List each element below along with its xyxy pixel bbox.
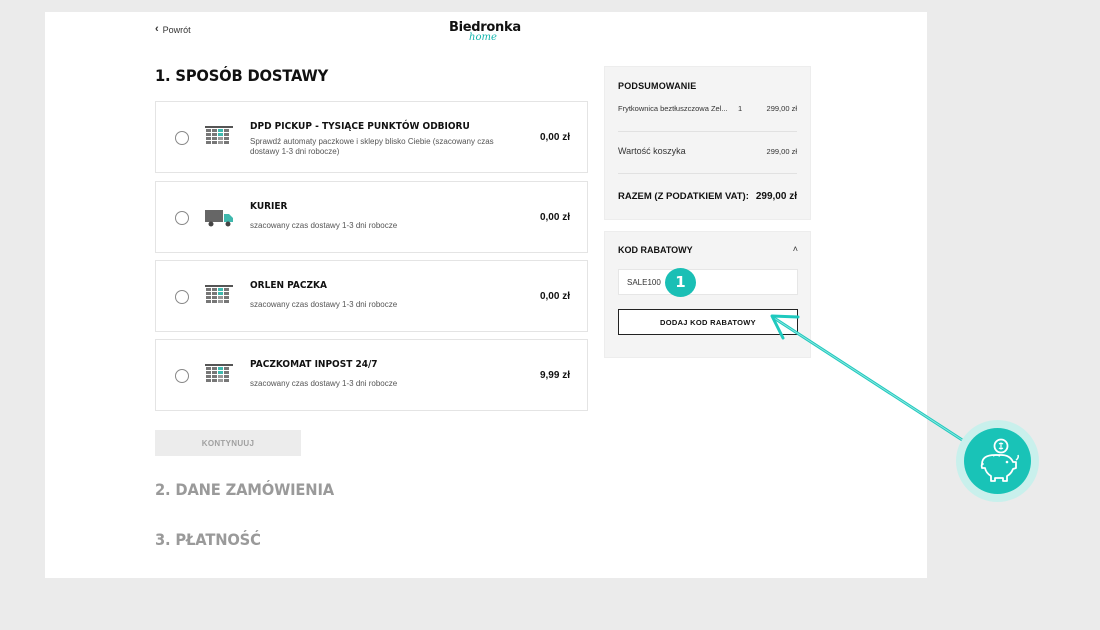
- chevron-left-icon: ‹: [155, 23, 159, 35]
- delivery-option-inpost[interactable]: PACZKOMAT INPOST 24/7 szacowany czas dos…: [155, 339, 588, 411]
- piggy-bank-coin-icon: [980, 438, 1019, 482]
- delivery-option-orlen[interactable]: ORLEN PACZKA szacowany czas dostawy 1-3 …: [155, 260, 588, 332]
- radio-button[interactable]: [175, 211, 189, 225]
- cart-value: 299,00 zł: [766, 146, 797, 156]
- piggy-bank-badge-inner: [964, 428, 1031, 494]
- product-quantity: 1: [738, 104, 743, 113]
- divider: [618, 131, 797, 132]
- product-name: Frytkownica beztłuszczowa Zel...: [618, 104, 728, 113]
- parcel-locker-icon: [205, 285, 233, 303]
- checkout-page: ‹ Powrót Biedronka home 1. SPOSÓB DOSTAW…: [45, 12, 927, 578]
- option-title: DPD PICKUP - TYSIĄCE PUNKTÓW ODBIORU: [250, 121, 470, 132]
- product-price: 299,00 zł: [766, 104, 797, 113]
- radio-button[interactable]: [175, 290, 189, 304]
- option-title: PACZKOMAT INPOST 24/7: [250, 359, 378, 370]
- step-title-delivery: 1. SPOSÓB DOSTAWY: [155, 66, 329, 85]
- coupon-code-input[interactable]: [618, 269, 798, 295]
- total-row: RAZEM (Z PODATKIEM VAT): 299,00 zł: [618, 191, 797, 202]
- step-title-payment: 3. PŁATNOŚĆ: [155, 530, 261, 549]
- delivery-option-dpd[interactable]: DPD PICKUP - TYSIĄCE PUNKTÓW ODBIORU Spr…: [155, 101, 588, 173]
- parcel-locker-icon: [205, 126, 233, 144]
- parcel-locker-icon: [205, 364, 233, 382]
- delivery-option-courier[interactable]: KURIER szacowany czas dostawy 1-3 dni ro…: [155, 181, 588, 253]
- delivery-truck-icon: [205, 210, 233, 227]
- option-description: szacowany czas dostawy 1-3 dni robocze: [250, 221, 398, 230]
- cart-value-label: Wartość koszyka: [618, 146, 686, 156]
- back-label: Powrót: [162, 24, 191, 35]
- order-summary: PODSUMOWANIE Frytkownica beztłuszczowa Z…: [604, 66, 811, 220]
- radio-button[interactable]: [175, 131, 189, 145]
- total-label: RAZEM (Z PODATKIEM VAT):: [618, 191, 749, 202]
- divider: [618, 173, 797, 174]
- option-description: szacowany czas dostawy 1-3 dni robocze: [250, 379, 398, 388]
- option-price: 9,99 zł: [539, 370, 570, 381]
- logo[interactable]: Biedronka home: [449, 18, 521, 46]
- summary-title: PODSUMOWANIE: [618, 81, 697, 91]
- option-title: ORLEN PACZKA: [250, 280, 327, 291]
- option-price: 0,00 zł: [539, 291, 570, 302]
- continue-button[interactable]: KONTYNUUJ: [155, 430, 301, 456]
- back-link[interactable]: ‹ Powrót: [155, 24, 191, 35]
- logo-sub-text: home: [469, 32, 497, 43]
- cart-value-row: Wartość koszyka 299,00 zł: [618, 146, 797, 156]
- option-price: 0,00 zł: [539, 212, 570, 223]
- coupon-title: KOD RABATOWY: [618, 245, 693, 255]
- step-number-badge: 1: [665, 268, 696, 297]
- piggy-bank-badge: [956, 420, 1039, 502]
- option-title: KURIER: [250, 201, 288, 212]
- radio-button[interactable]: [175, 369, 189, 383]
- step-title-order-details: 2. DANE ZAMÓWIENIA: [155, 480, 334, 499]
- chevron-up-icon[interactable]: ˄: [793, 244, 798, 254]
- annotation-arrow: [770, 314, 972, 447]
- option-price: 0,00 zł: [539, 132, 570, 143]
- summary-product-row: Frytkownica beztłuszczowa Zel... 1 299,0…: [618, 104, 797, 113]
- option-description: szacowany czas dostawy 1-3 dni robocze: [250, 300, 398, 309]
- total-value: 299,00 zł: [755, 191, 797, 202]
- option-description: Sprawdź automaty paczkowe i sklepy blisk…: [250, 137, 494, 156]
